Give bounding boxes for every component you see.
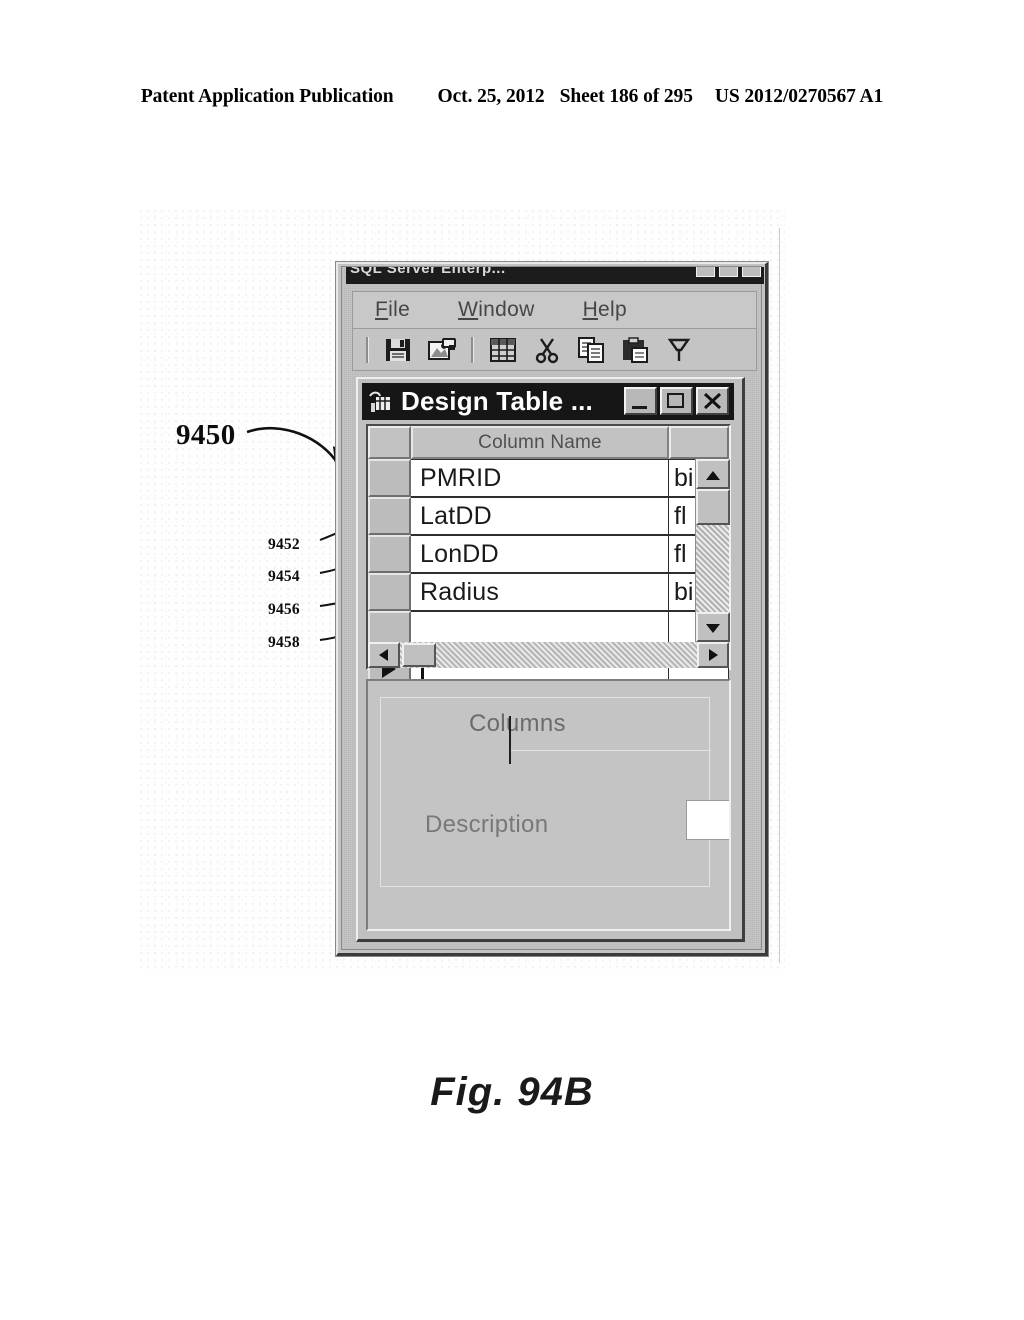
table-row[interactable]: PMRID bi <box>368 459 729 497</box>
table-row[interactable]: Radius bi <box>368 573 729 611</box>
save-icon[interactable] <box>383 336 413 364</box>
application-title: SQL Server Enterp... <box>350 267 506 277</box>
toolbar <box>352 329 757 371</box>
callout-9454: 9454 <box>268 568 300 585</box>
scroll-down-button[interactable] <box>696 612 730 642</box>
table-designer-icon <box>367 389 393 415</box>
chevron-left-icon <box>379 649 388 661</box>
app-maximize-button[interactable] <box>719 267 738 277</box>
vertical-scrollbar-thumb[interactable] <box>696 489 730 525</box>
menu-window-rest: indow <box>478 298 535 321</box>
columns-group-label: Columns <box>469 710 566 737</box>
cut-icon[interactable] <box>532 336 562 364</box>
publication-date: Oct. 25, 2012 <box>437 86 545 107</box>
menu-item-window[interactable]: Window <box>458 298 535 322</box>
app-minimize-button[interactable] <box>696 267 715 277</box>
dialog-close-button[interactable] <box>696 387 729 415</box>
dialog-title: Design Table ... <box>401 386 593 416</box>
menu-help-rest: elp <box>598 298 627 321</box>
table-row[interactable]: LatDD fl <box>368 497 729 535</box>
horizontal-scrollbar-thumb[interactable] <box>402 643 436 667</box>
menu-item-help[interactable]: Help <box>583 298 627 322</box>
cell-column-name-radius[interactable]: Radius <box>411 573 669 611</box>
scroll-left-button[interactable] <box>368 642 400 668</box>
callout-9458: 9458 <box>268 634 300 651</box>
dialog-titlebar[interactable]: Design Table ... <box>362 383 734 420</box>
application-window: SQL Server Enterp... File Window Help De… <box>336 262 768 956</box>
grid-header-datatype[interactable] <box>669 426 729 459</box>
grid-corner-header[interactable] <box>368 426 411 459</box>
menu-bar: File Window Help <box>352 291 757 329</box>
patent-page-header: Patent Application Publication Oct. 25, … <box>0 86 1024 108</box>
table-grid-icon[interactable] <box>488 336 518 364</box>
chevron-up-icon <box>706 471 720 480</box>
scroll-right-button[interactable] <box>697 642 729 668</box>
grid-body: PMRID bi LatDD fl LonDD fl Radius bi <box>368 459 729 687</box>
columns-divider <box>509 716 511 764</box>
properties-icon[interactable] <box>427 336 457 364</box>
cell-column-name-pmrid[interactable]: PMRID <box>411 459 669 497</box>
scan-edge-artifact <box>779 228 780 963</box>
chevron-right-icon <box>709 649 718 661</box>
callout-9452: 9452 <box>268 536 300 553</box>
columns-group-box: Columns Description <box>380 697 729 887</box>
chevron-down-icon <box>706 624 720 633</box>
table-row[interactable]: LonDD fl <box>368 535 729 573</box>
column-definition-grid: Column Name PMRID bi LatDD fl LonDD fl R… <box>366 424 731 687</box>
description-label: Description <box>425 811 549 838</box>
dialog-window-controls[interactable] <box>624 387 729 415</box>
design-table-dialog: Design Table ... Column Name PMRID bi La… <box>356 377 745 942</box>
row-selector-radius[interactable] <box>368 573 411 611</box>
description-input[interactable] <box>686 800 729 840</box>
application-titlebar[interactable]: SQL Server Enterp... <box>346 267 764 284</box>
row-selector-londd[interactable] <box>368 535 411 573</box>
filter-icon[interactable] <box>664 336 694 364</box>
patent-number: US 2012/0270567 A1 <box>714 86 884 107</box>
horizontal-scrollbar-track[interactable] <box>436 642 697 668</box>
figure-caption: Fig. 94B <box>430 1070 594 1114</box>
sheet-number: Sheet 186 of 295 <box>559 86 693 107</box>
app-close-button[interactable] <box>742 267 761 277</box>
application-window-client: SQL Server Enterp... File Window Help De… <box>341 266 764 950</box>
callout-9456: 9456 <box>268 601 300 618</box>
grid-header-column-name[interactable]: Column Name <box>411 426 669 459</box>
columns-top-rule <box>511 750 711 751</box>
dialog-maximize-button[interactable] <box>660 387 693 415</box>
callout-9450: 9450 <box>176 419 236 451</box>
paste-icon[interactable] <box>620 336 650 364</box>
dialog-minimize-button[interactable] <box>624 387 657 415</box>
grid-vertical-scrollbar[interactable] <box>695 459 730 642</box>
toolbar-separator-1 <box>366 336 369 363</box>
cell-column-name-latdd[interactable]: LatDD <box>411 497 669 535</box>
column-properties-pane: Columns Description <box>366 679 731 931</box>
publication-label: Patent Application Publication <box>140 86 394 107</box>
menu-file-rest: ile <box>388 298 411 321</box>
toolbar-separator-2 <box>471 336 474 363</box>
grid-header-row: Column Name <box>368 426 729 459</box>
application-window-controls[interactable] <box>696 267 761 277</box>
menu-item-file[interactable]: File <box>375 298 410 322</box>
copy-icon[interactable] <box>576 336 606 364</box>
grid-horizontal-scrollbar[interactable] <box>368 642 729 668</box>
scroll-up-button[interactable] <box>696 459 730 489</box>
row-selector-pmrid[interactable] <box>368 459 411 497</box>
row-selector-latdd[interactable] <box>368 497 411 535</box>
cell-column-name-londd[interactable]: LonDD <box>411 535 669 573</box>
